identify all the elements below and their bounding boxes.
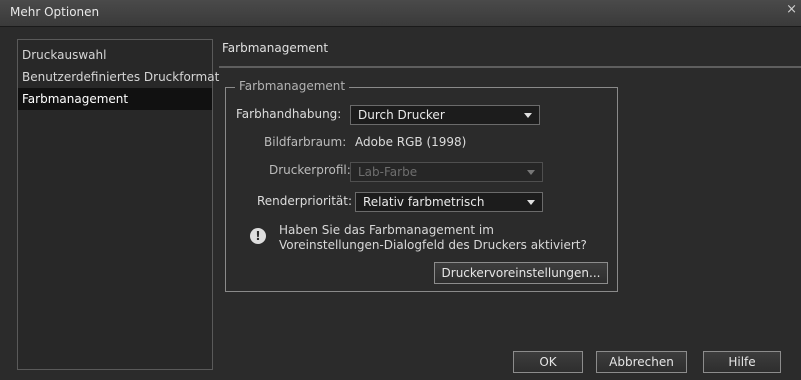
ok-button[interactable]: OK [513,351,583,373]
color-handling-value: Durch Drucker [358,108,445,122]
warning-message: Haben Sie das Farbmanagement im Voreinst… [279,223,587,252]
group-legend: Farbmanagement [235,79,350,93]
rendering-intent-dropdown[interactable]: Relativ farbmetrisch [355,192,543,212]
chevron-down-icon [527,170,535,175]
rendering-intent-label: Renderpriorität: [257,194,353,208]
warning-icon: ! [250,228,266,244]
page-title: Farbmanagement [222,41,329,55]
rendering-intent-value: Relativ farbmetrisch [363,195,485,209]
sidebar-item-benutzerdefiniertes-druckformat[interactable]: Benutzerdefiniertes Druckformat [18,66,219,88]
printer-profile-label: Druckerprofil: [269,163,351,177]
cancel-button[interactable]: Abbrechen [596,351,687,373]
printer-preferences-button[interactable]: Druckervoreinstellungen... [434,262,608,284]
color-handling-label: Farbhandhabung: [236,107,342,121]
sidebar: Druckauswahl Benutzerdefiniertes Druckfo… [17,39,219,370]
window-title: Mehr Optionen [10,5,100,19]
sidebar-item-farbmanagement[interactable]: Farbmanagement [18,88,212,110]
chevron-down-icon [527,200,535,205]
printer-profile-value: Lab-Farbe [358,165,418,179]
title-bar: Mehr Optionen × [0,0,801,27]
sidebar-item-druckauswahl[interactable]: Druckauswahl [18,44,212,66]
close-icon[interactable]: × [786,2,797,17]
heading-divider [219,66,801,68]
help-button[interactable]: Hilfe [703,351,781,373]
printer-profile-dropdown[interactable]: Lab-Farbe [350,162,543,182]
colorspace-value: Adobe RGB (1998) [355,135,467,149]
color-handling-dropdown[interactable]: Durch Drucker [350,105,540,125]
chevron-down-icon [524,113,532,118]
colorspace-label: Bildfarbraum: [264,135,347,149]
